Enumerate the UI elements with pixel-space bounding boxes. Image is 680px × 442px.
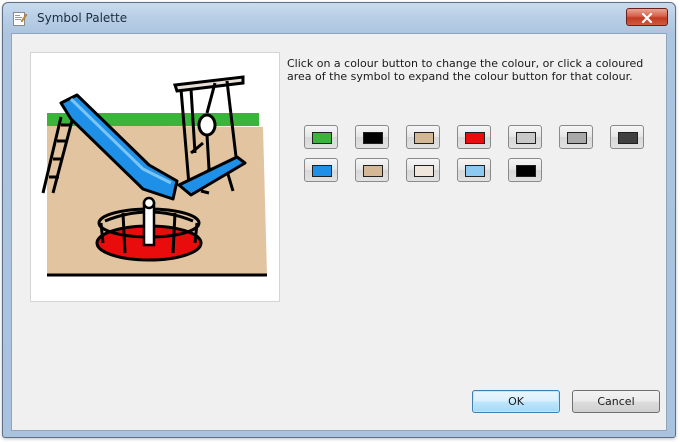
color-button-sand[interactable] bbox=[355, 158, 389, 182]
color-swatch bbox=[312, 165, 332, 177]
color-swatch bbox=[414, 165, 434, 177]
ok-button[interactable]: OK bbox=[472, 390, 560, 413]
window-title: Symbol Palette bbox=[37, 11, 128, 25]
color-swatch bbox=[363, 165, 383, 177]
close-icon bbox=[641, 8, 653, 27]
color-swatch bbox=[516, 132, 536, 144]
color-swatch bbox=[465, 165, 485, 177]
symbol-palette-icon bbox=[12, 11, 28, 27]
color-button-black-2[interactable] bbox=[508, 158, 542, 182]
color-swatch bbox=[465, 132, 485, 144]
color-button-light-blue[interactable] bbox=[457, 158, 491, 182]
color-button-red[interactable] bbox=[457, 125, 491, 149]
color-button-green[interactable] bbox=[304, 125, 338, 149]
color-swatch bbox=[516, 165, 536, 177]
symbol-preview[interactable] bbox=[30, 52, 280, 302]
title-bar[interactable]: Symbol Palette bbox=[3, 3, 675, 33]
color-button-mid-grey[interactable] bbox=[559, 125, 593, 149]
playground-symbol[interactable] bbox=[31, 53, 279, 301]
instructions-text: Click on a colour button to change the c… bbox=[287, 57, 644, 83]
color-swatch bbox=[567, 132, 587, 144]
color-button-off-white[interactable] bbox=[406, 158, 440, 182]
color-swatch bbox=[414, 132, 434, 144]
cancel-button[interactable]: Cancel bbox=[572, 390, 660, 413]
color-button-light-grey[interactable] bbox=[508, 125, 542, 149]
symbol-palette-dialog: Symbol Palette Click on a colour button … bbox=[2, 2, 676, 438]
dialog-content: Click on a colour button to change the c… bbox=[11, 33, 667, 431]
color-button-blue[interactable] bbox=[304, 158, 338, 182]
color-swatch bbox=[312, 132, 332, 144]
color-swatch bbox=[618, 132, 638, 144]
close-button[interactable] bbox=[626, 8, 668, 26]
color-swatch bbox=[363, 132, 383, 144]
color-button-dark-grey[interactable] bbox=[610, 125, 644, 149]
color-button-tan[interactable] bbox=[406, 125, 440, 149]
color-button-black[interactable] bbox=[355, 125, 389, 149]
